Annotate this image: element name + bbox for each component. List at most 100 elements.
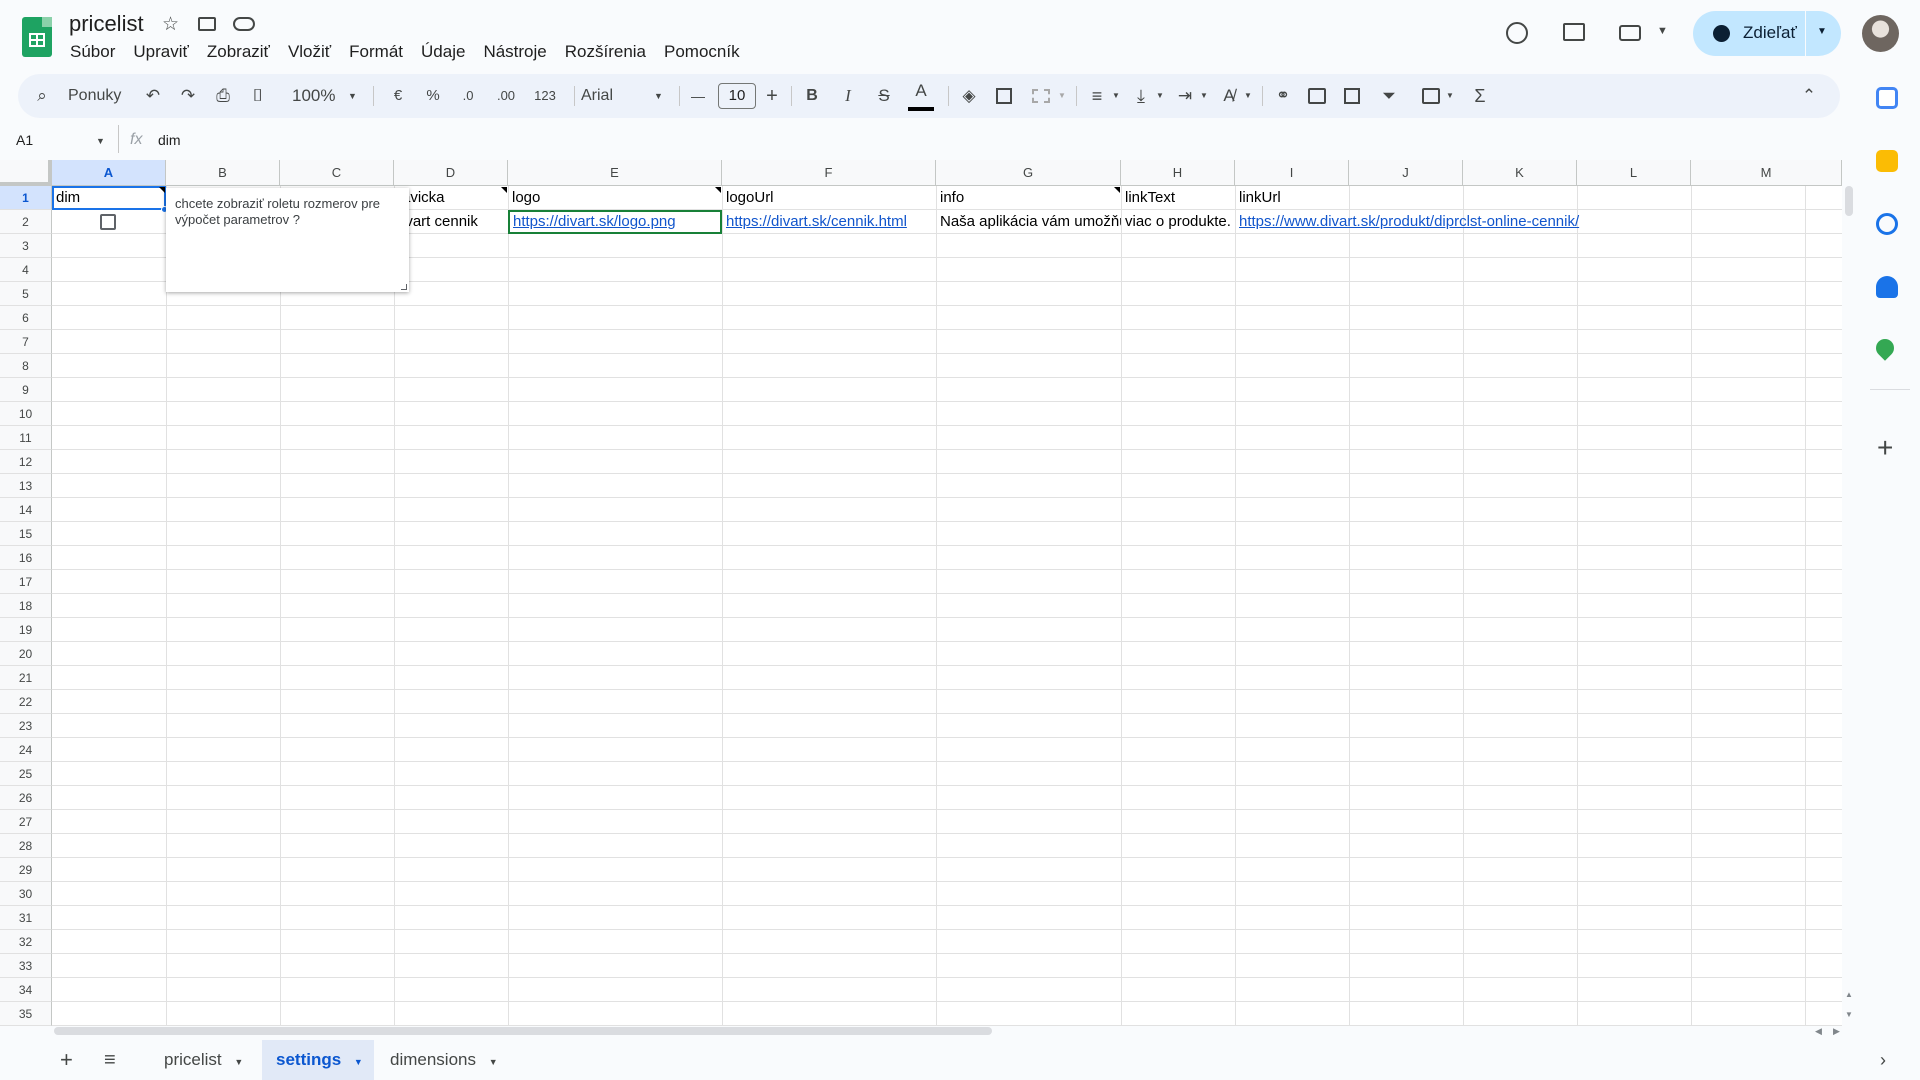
column-header-k[interactable]: K [1463,160,1577,186]
percent-button[interactable]: % [423,74,443,118]
meet-camera-icon[interactable] [1619,25,1641,41]
cell-note-popup[interactable]: chcete zobraziť roletu rozmerov pre výpo… [166,188,409,292]
wrap-dropdown-icon[interactable]: ▼ [1200,74,1208,118]
decrease-decimal-button[interactable]: .0 [456,74,480,118]
row-header[interactable]: 9 [0,378,52,402]
column-header-i[interactable]: I [1235,160,1349,186]
star-icon[interactable]: ☆ [162,14,179,36]
menu-edit[interactable]: Upraviť [133,42,198,62]
row-header[interactable]: 27 [0,810,52,834]
row-header[interactable]: 15 [0,522,52,546]
row-header[interactable]: 24 [0,738,52,762]
font-size-decrease-button[interactable]: — [690,74,706,118]
bold-button[interactable]: B [802,74,822,118]
text-color-button[interactable]: A [908,74,934,111]
note-indicator[interactable] [715,187,721,193]
sheet-tab-dropdown-icon[interactable]: ▼ [354,1057,363,1067]
vertical-align-icon[interactable]: ⤓ [1130,74,1152,118]
cell-a2-checkbox[interactable] [100,214,116,230]
row-header[interactable]: 14 [0,498,52,522]
menu-data[interactable]: Údaje [421,42,474,62]
scroll-up-icon[interactable]: ▲ [1845,990,1853,999]
spreadsheet-grid[interactable]: A B C D E F G H I J K L M 1 2 3 4 5 6 7 8 9 10 11 1… [0,160,1842,1026]
contacts-icon[interactable] [1876,276,1898,298]
share-button[interactable]: Zdieľať ▼ [1693,11,1841,56]
row-header[interactable]: 10 [0,402,52,426]
cell-g2[interactable]: Naša aplikácia vám umožňu [936,210,1121,234]
cell-e1[interactable]: logo [508,186,722,210]
scroll-right-icon[interactable]: ▶ [1833,1026,1840,1037]
row-header[interactable]: 26 [0,786,52,810]
fill-color-icon[interactable]: ◈ [958,74,980,118]
sheet-tab-dimensions[interactable]: dimensions ▼ [380,1040,510,1080]
row-header[interactable]: 16 [0,546,52,570]
row-header[interactable]: 4 [0,258,52,282]
column-header-b[interactable]: B [166,160,280,186]
row-header[interactable]: 19 [0,618,52,642]
increase-decimal-button[interactable]: .00 [492,74,520,118]
scroll-down-icon[interactable]: ▼ [1845,1010,1853,1019]
align-dropdown-icon[interactable]: ▼ [1112,74,1120,118]
row-header[interactable]: 7 [0,330,52,354]
note-indicator[interactable] [1114,187,1120,193]
cell-i1[interactable]: linkUrl [1235,186,1349,210]
undo-icon[interactable]: ↶ [142,74,164,118]
expand-side-panel-icon[interactable]: › [1880,1040,1886,1080]
menu-format[interactable]: Formát [349,42,412,62]
row-header[interactable]: 31 [0,906,52,930]
zoom-dropdown-icon[interactable]: ▼ [348,74,357,118]
filter-views-icon[interactable] [1422,88,1440,104]
merge-cells-icon[interactable] [1032,89,1050,103]
account-avatar[interactable] [1862,15,1899,52]
column-header-a[interactable]: A [52,160,166,186]
font-size-input[interactable]: 10 [718,83,756,109]
note-resize-handle[interactable] [401,284,407,290]
rotation-dropdown-icon[interactable]: ▼ [1244,74,1252,118]
row-header[interactable]: 17 [0,570,52,594]
calendar-icon[interactable] [1876,87,1898,109]
horizontal-align-icon[interactable]: ≡ [1086,74,1108,118]
valign-dropdown-icon[interactable]: ▼ [1156,74,1164,118]
move-folder-icon[interactable] [198,17,216,31]
filter-views-dropdown-icon[interactable]: ▼ [1446,74,1454,118]
add-addon-icon[interactable]: + [1877,432,1893,464]
tasks-icon[interactable] [1876,213,1898,235]
row-header[interactable]: 3 [0,234,52,258]
column-header-h[interactable]: H [1121,160,1235,186]
all-sheets-icon[interactable]: ≡ [104,1040,116,1080]
row-header[interactable]: 12 [0,450,52,474]
row-header[interactable]: 11 [0,426,52,450]
paint-format-icon[interactable]: ⌷ [247,74,269,118]
print-icon[interactable]: ⎙ [212,74,234,118]
cell-g1[interactable]: info [936,186,1121,210]
row-header[interactable]: 20 [0,642,52,666]
row-header[interactable]: 22 [0,690,52,714]
zoom-select[interactable]: 100% [292,74,335,118]
sheet-tab-settings[interactable]: settings ▼ [262,1040,374,1080]
text-rotation-icon[interactable]: A̸ [1218,74,1240,118]
more-formats-button[interactable]: 123 [530,74,560,118]
cloud-status-icon[interactable] [233,17,255,31]
meet-dropdown-icon[interactable]: ▼ [1657,20,1668,42]
version-history-icon[interactable] [1506,22,1528,44]
column-header-d[interactable]: D [394,160,508,186]
cell-d2[interactable]: ivart cennik [398,210,508,234]
horizontal-scrollbar[interactable] [54,1027,992,1035]
sheets-logo-icon[interactable] [22,17,52,57]
keep-icon[interactable] [1876,150,1898,172]
row-header[interactable]: 21 [0,666,52,690]
insert-link-icon[interactable]: ⚭ [1272,74,1294,118]
row-header[interactable]: 33 [0,954,52,978]
cell-h1[interactable]: linkText [1121,186,1235,210]
column-header-l[interactable]: L [1577,160,1691,186]
menu-insert[interactable]: Vložiť [288,42,340,62]
menu-extensions[interactable]: Rozšírenia [565,42,655,62]
add-sheet-icon[interactable]: + [60,1040,73,1080]
row-header[interactable]: 35 [0,1002,52,1026]
sheet-tab-dropdown-icon[interactable]: ▼ [234,1057,243,1067]
column-header-c[interactable]: C [280,160,394,186]
row-header[interactable]: 5 [0,282,52,306]
row-header[interactable]: 30 [0,882,52,906]
row-header[interactable]: 8 [0,354,52,378]
row-header[interactable]: 18 [0,594,52,618]
